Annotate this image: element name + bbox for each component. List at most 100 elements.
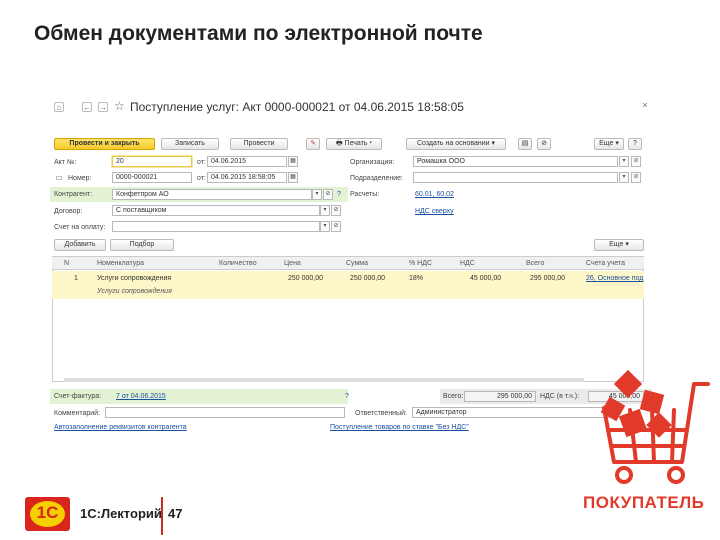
chevron-down-icon-3[interactable]: ▾ [312,189,322,200]
calendar-icon-2[interactable]: ▦ [288,172,298,183]
payment-invoice-field[interactable] [112,221,320,232]
contract-field[interactable]: С поставщиком [112,205,320,216]
department-label: Подразделение: [350,175,403,182]
col-vat-rate[interactable]: % НДС [409,257,432,270]
close-icon[interactable]: × [640,100,650,110]
total-label: Всего: [443,393,464,400]
back-arrow-icon[interactable]: ← [82,102,92,112]
number-date-label: от: [197,175,206,182]
post-and-close-button[interactable]: Провести и закрыть [54,138,155,150]
organization-field[interactable]: Ромашка ООО [413,156,618,167]
chevron-down-icon-2[interactable]: ▾ [619,172,629,183]
movements-icon[interactable]: ✎ [306,138,320,150]
autofill-link[interactable]: Автозаполнение реквизитов контрагента [54,423,187,433]
act-number-field[interactable]: 20 [112,156,192,167]
row-vat-rate: 18% [409,275,424,282]
create-based-button[interactable]: Создать на основании ▾ [406,138,506,150]
row-accounts[interactable]: 26, Основное под [586,274,643,284]
responsible-field[interactable]: Администратор [412,407,614,418]
more-button[interactable]: Еще ▾ [594,138,624,150]
open-link-icon-3[interactable]: ⊘ [323,189,333,200]
row-sum: 250 000,00 [350,275,386,282]
table-more-button[interactable]: Еще ▾ [594,239,644,251]
total-field: 295 000,00 [464,391,536,402]
chevron-down-icon-5[interactable]: ▾ [320,221,330,232]
payment-invoice-label: Счет на оплату: [54,224,106,231]
counterparty-field[interactable]: Конфетпром АО [112,189,312,200]
row-price: 250 000,00 [288,275,324,282]
act-date-label: от: [197,159,206,166]
print-button[interactable]: 🖶 Печать ▾ [326,138,382,150]
counterparty-label: Контрагент: [54,191,93,198]
document-icon: ▭ [55,173,63,182]
horizontal-scrollbar[interactable] [64,378,584,382]
table-more-label: Еще [609,241,624,248]
open-link-icon-4[interactable]: ⊘ [331,205,341,216]
open-link-icon-2[interactable]: ⊘ [631,172,641,183]
save-button[interactable]: Записать [161,138,219,150]
logo-text: 1С [36,503,59,522]
print-label: Печать [344,140,368,147]
vat-on-top-link[interactable]: НДС сверху [415,207,454,217]
footer-divider [161,497,163,535]
act-date-field[interactable]: 04.06.2015 [207,156,287,167]
add-row-button[interactable]: Добавить [54,239,106,251]
create-based-label: Создать на основании [416,140,490,147]
page-number: 47 [168,506,183,521]
more-label: Еще [599,140,614,147]
chevron-down-icon-4[interactable]: ▾ [320,205,330,216]
footer-brand: 1С:Лекторий [80,506,162,521]
organization-label: Организация: [350,159,395,166]
col-sum[interactable]: Сумма [346,257,368,270]
post-button[interactable]: Провести [230,138,288,150]
no-vat-link[interactable]: Поступление товаров по ставке "Без НДС" [330,423,469,433]
row-number: 1 [74,275,78,282]
structure-icon[interactable]: ⊘ [537,138,551,150]
calendar-icon[interactable]: ▦ [288,156,298,167]
home-icon[interactable]: ⌂ [54,102,64,112]
comment-field[interactable] [105,407,345,418]
col-item[interactable]: Номенклатура [97,257,144,270]
row-total: 295 000,00 [530,275,566,282]
open-link-icon[interactable]: ⊘ [631,156,641,167]
pick-button[interactable]: Подбор [110,239,174,251]
printer-icon: 🖶 [335,140,345,147]
help-button[interactable]: ? [628,138,642,150]
settlements-label: Расчеты: [350,191,380,198]
counterparty-help[interactable]: ? [337,190,341,200]
open-link-icon-5[interactable]: ⊘ [331,221,341,232]
window-title: Поступление услуг: Акт 0000-000021 от 04… [130,100,464,114]
col-vat[interactable]: НДС [460,257,475,270]
row-item-description: Услуги сопровождения [97,288,172,295]
vat-included-label: НДС (в т.ч.): [540,393,580,400]
1c-logo: 1С [25,497,70,531]
col-n[interactable]: N [64,257,69,270]
col-total[interactable]: Всего [526,257,544,270]
settlements-link[interactable]: 60.01, 60.02 [415,190,454,200]
col-price[interactable]: Цена [284,257,301,270]
document-window: ⌂ ← → ☆ Поступление услуг: Акт 0000-0000… [50,98,652,438]
number-field[interactable]: 0000-000021 [112,172,192,183]
number-date-field[interactable]: 04.06.2015 18:58:05 [207,172,287,183]
row-vat: 45 000,00 [470,275,502,282]
number-label: Номер: [68,175,92,182]
buyer-label: ПОКУПАТЕЛЬ [583,493,705,512]
slide-title: Обмен документами по электронной почте [34,22,483,45]
table-header: N Номенклатура Количество Цена Сумма % Н… [52,256,644,270]
vat-invoice-link[interactable]: 7 от 04.06.2015 [116,392,166,402]
attachment-icon[interactable]: ▤ [518,138,532,150]
department-field[interactable] [413,172,618,183]
comment-label: Комментарий: [54,410,101,417]
chevron-down-icon[interactable]: ▾ [619,156,629,167]
col-accounts[interactable]: Счета учета [586,257,625,270]
table-row[interactable]: 1 Услуги сопровождения Услуги сопровожде… [52,271,644,299]
act-number-label: Акт №: [54,159,77,166]
col-qty[interactable]: Количество [219,257,257,270]
favorite-star-icon[interactable]: ☆ [114,100,125,112]
forward-arrow-icon[interactable]: → [98,102,108,112]
invoice-help[interactable]: ? [345,392,349,402]
shopping-cart-icon [600,370,710,484]
responsible-label: Ответственный: [355,410,407,417]
vat-invoice-label: Счет-фактура: [54,393,102,400]
contract-label: Договор: [54,208,83,215]
